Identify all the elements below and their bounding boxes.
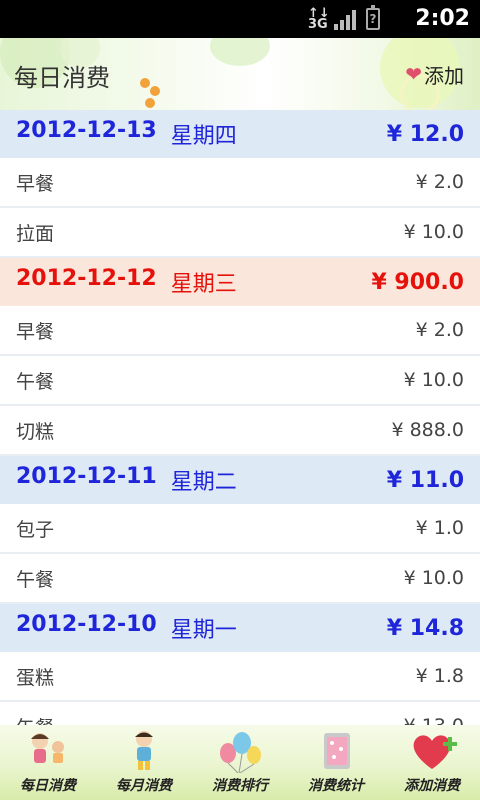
expense-name: 切糕 [16,420,55,443]
date-label: 2012-12-13 [16,118,157,143]
balloons-icon [220,732,261,773]
expense-amount: ¥ 10.0 [403,369,464,391]
day-total: ¥ 12.0 [386,121,464,147]
boy-icon [135,731,153,770]
expense-row[interactable]: 午餐 ¥ 10.0 [0,554,480,604]
expense-row[interactable]: 切糕 ¥ 888.0 [0,406,480,456]
date-label: 2012-12-10 [16,612,157,637]
expense-row[interactable]: 午餐 ¥ 10.0 [0,356,480,406]
date-row[interactable]: 2012-12-13 星期四 ¥ 12.0 [0,110,480,158]
expense-amount: ¥ 1.8 [415,665,464,687]
add-button[interactable]: ❤ 添加 [401,56,470,92]
tab-label: 消费排行 [212,778,268,794]
kids-icon [31,733,64,763]
expense-amount: ¥ 13.0 [404,715,464,725]
day-total: ¥ 11.0 [386,467,464,493]
expense-amount: ¥ 1.0 [415,517,464,539]
date-row[interactable]: 2012-12-11 星期二 ¥ 11.0 [0,456,480,504]
expense-amount: ¥ 10.0 [403,221,464,243]
bottom-tab-bar: 每日消费 每月消费 消费排行 消费统计 添加消费 [0,725,480,800]
tab-label: 消费统计 [308,778,364,794]
expense-name: 拉面 [16,222,55,245]
date-label: 2012-12-11 [16,464,157,489]
expense-name: 早餐 [16,320,55,343]
expense-name: 包子 [16,518,55,541]
app-header: 每日消费 ❤ 添加 [0,38,480,110]
expense-amount: ¥ 888.0 [391,419,464,441]
expense-amount: ¥ 2.0 [415,319,464,341]
expense-row[interactable]: 拉面 ¥ 10.0 [0,208,480,258]
expense-name: 午餐 [16,568,55,591]
expense-name: 早餐 [16,172,55,195]
network-3g-icon: ↑↓ 3G [308,6,330,32]
weekday-label: 星期三 [170,272,237,297]
page-title: 每日消费 [14,64,110,92]
heart-add-icon: ❤ [405,62,422,86]
expense-list[interactable]: 2012-12-13 星期四 ¥ 12.0 早餐 ¥ 2.0 拉面 ¥ 10.0 … [0,110,480,725]
date-row[interactable]: 2012-12-12 星期三 ¥ 900.0 [0,258,480,306]
expense-name: 午餐 [16,370,55,393]
notebook-icon [324,733,350,769]
expense-row[interactable]: 蛋糕 ¥ 1.8 [0,652,480,702]
signal-icon [334,10,356,30]
weekday-label: 星期一 [170,618,237,643]
status-time: 2:02 [415,6,470,31]
tab-ranking[interactable]: 消费排行 [192,725,288,800]
date-row[interactable]: 2012-12-10 星期一 ¥ 14.8 [0,604,480,652]
tab-statistics[interactable]: 消费统计 [288,725,384,800]
battery-icon: ? [366,5,380,30]
expense-row[interactable]: 午餐 ¥ 13.0 [0,702,480,725]
add-button-label: 添加 [424,63,464,88]
expense-row[interactable]: 包子 ¥ 1.0 [0,504,480,554]
expense-name: 蛋糕 [16,666,55,689]
weekday-label: 星期四 [170,124,237,149]
tab-add-expense[interactable]: 添加消费 [384,725,480,800]
status-bar: ↑↓ 3G ? 2:02 [0,0,480,38]
tab-label: 添加消费 [404,778,460,794]
tab-daily[interactable]: 每日消费 [0,725,96,800]
date-label: 2012-12-12 [16,266,157,291]
expense-row[interactable]: 早餐 ¥ 2.0 [0,306,480,356]
tab-monthly[interactable]: 每月消费 [96,725,192,800]
expense-row[interactable]: 早餐 ¥ 2.0 [0,158,480,208]
weekday-label: 星期二 [170,470,237,495]
expense-amount: ¥ 10.0 [403,567,464,589]
tab-label: 每日消费 [20,778,76,794]
day-total: ¥ 900.0 [371,269,464,295]
tab-label: 每月消费 [116,778,172,794]
day-total: ¥ 14.8 [386,615,464,641]
expense-name: 午餐 [16,713,54,726]
heart-add-icon [413,735,457,769]
expense-amount: ¥ 2.0 [415,171,464,193]
